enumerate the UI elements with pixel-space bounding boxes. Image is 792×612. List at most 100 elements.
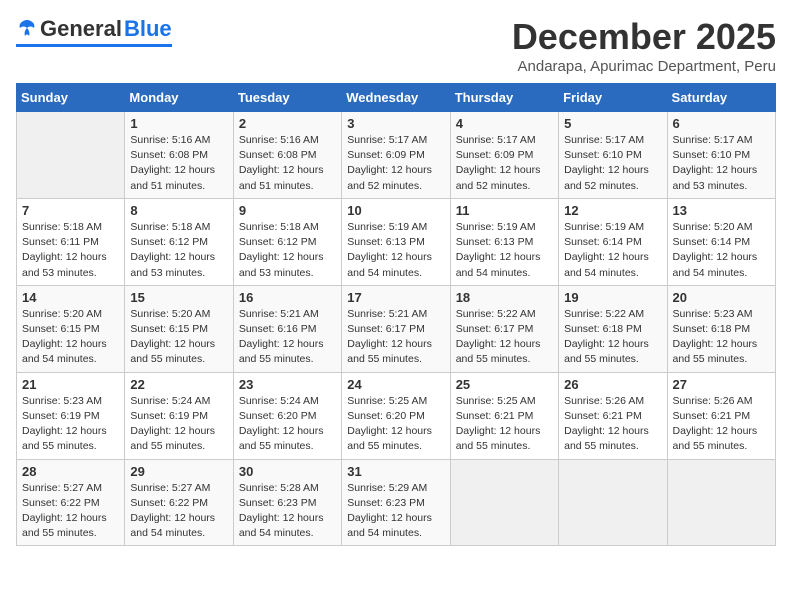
calendar-cell: 11Sunrise: 5:19 AMSunset: 6:13 PMDayligh… bbox=[450, 198, 558, 285]
day-number: 2 bbox=[239, 116, 336, 131]
day-number: 8 bbox=[130, 203, 227, 218]
logo: GeneralBlue bbox=[16, 16, 172, 47]
logo-blue: Blue bbox=[124, 16, 172, 42]
day-number: 4 bbox=[456, 116, 553, 131]
day-info: Sunrise: 5:25 AMSunset: 6:21 PMDaylight:… bbox=[456, 394, 553, 455]
month-year-title: December 2025 bbox=[512, 16, 776, 58]
day-info: Sunrise: 5:16 AMSunset: 6:08 PMDaylight:… bbox=[239, 133, 336, 194]
day-info: Sunrise: 5:20 AMSunset: 6:15 PMDaylight:… bbox=[22, 307, 119, 368]
calendar-table: SundayMondayTuesdayWednesdayThursdayFrid… bbox=[16, 83, 776, 546]
day-info: Sunrise: 5:18 AMSunset: 6:12 PMDaylight:… bbox=[130, 220, 227, 281]
calendar-cell: 19 Sunrise: 5:22 AMSunset: 6:18 PMDayligh… bbox=[559, 285, 667, 372]
day-info: Sunrise: 5:18 AMSunset: 6:11 PMDaylight:… bbox=[22, 220, 119, 281]
calendar-cell: 9Sunrise: 5:18 AMSunset: 6:12 PMDaylight… bbox=[233, 198, 341, 285]
day-info: Sunrise: 5:27 AMSunset: 6:22 PMDaylight:… bbox=[22, 481, 119, 542]
day-info: Sunrise: 5:17 AMSunset: 6:10 PMDaylight:… bbox=[564, 133, 661, 194]
calendar-cell: 25 Sunrise: 5:25 AMSunset: 6:21 PMDayligh… bbox=[450, 372, 558, 459]
day-number: 1 bbox=[130, 116, 227, 131]
calendar-cell: 5 Sunrise: 5:17 AMSunset: 6:10 PMDaylight… bbox=[559, 112, 667, 199]
calendar-cell: 27 Sunrise: 5:26 AMSunset: 6:21 PMDayligh… bbox=[667, 372, 775, 459]
day-info: Sunrise: 5:19 AMSunset: 6:13 PMDaylight:… bbox=[347, 220, 444, 281]
calendar-cell: 15 Sunrise: 5:20 AMSunset: 6:15 PMDayligh… bbox=[125, 285, 233, 372]
day-number: 27 bbox=[673, 377, 770, 392]
calendar-cell bbox=[559, 459, 667, 546]
calendar-cell bbox=[667, 459, 775, 546]
day-info: Sunrise: 5:24 AMSunset: 6:20 PMDaylight:… bbox=[239, 394, 336, 455]
calendar-cell: 12Sunrise: 5:19 AMSunset: 6:14 PMDayligh… bbox=[559, 198, 667, 285]
calendar-cell: 29 Sunrise: 5:27 AMSunset: 6:22 PMDayligh… bbox=[125, 459, 233, 546]
weekday-header-cell: Tuesday bbox=[233, 84, 341, 112]
page-header: GeneralBlue December 2025 Andarapa, Apur… bbox=[16, 16, 776, 75]
day-number: 3 bbox=[347, 116, 444, 131]
day-info: Sunrise: 5:24 AMSunset: 6:19 PMDaylight:… bbox=[130, 394, 227, 455]
day-info: Sunrise: 5:27 AMSunset: 6:22 PMDaylight:… bbox=[130, 481, 227, 542]
calendar-cell: 16Sunrise: 5:21 AMSunset: 6:16 PMDayligh… bbox=[233, 285, 341, 372]
day-info: Sunrise: 5:25 AMSunset: 6:20 PMDaylight:… bbox=[347, 394, 444, 455]
weekday-header-cell: Saturday bbox=[667, 84, 775, 112]
logo-bird-icon bbox=[16, 18, 38, 40]
day-info: Sunrise: 5:16 AMSunset: 6:08 PMDaylight:… bbox=[130, 133, 227, 194]
calendar-cell: 6 Sunrise: 5:17 AMSunset: 6:10 PMDaylight… bbox=[667, 112, 775, 199]
calendar-cell: 8 Sunrise: 5:18 AMSunset: 6:12 PMDaylight… bbox=[125, 198, 233, 285]
day-info: Sunrise: 5:21 AMSunset: 6:16 PMDaylight:… bbox=[239, 307, 336, 368]
calendar-cell: 24 Sunrise: 5:25 AMSunset: 6:20 PMDayligh… bbox=[342, 372, 450, 459]
calendar-cell: 2 Sunrise: 5:16 AMSunset: 6:08 PMDaylight… bbox=[233, 112, 341, 199]
day-info: Sunrise: 5:17 AMSunset: 6:10 PMDaylight:… bbox=[673, 133, 770, 194]
day-number: 6 bbox=[673, 116, 770, 131]
calendar-cell: 26Sunrise: 5:26 AMSunset: 6:21 PMDayligh… bbox=[559, 372, 667, 459]
calendar-cell: 20 Sunrise: 5:23 AMSunset: 6:18 PMDayligh… bbox=[667, 285, 775, 372]
calendar-cell: 4 Sunrise: 5:17 AMSunset: 6:09 PMDaylight… bbox=[450, 112, 558, 199]
day-number: 5 bbox=[564, 116, 661, 131]
day-number: 19 bbox=[564, 290, 661, 305]
calendar-cell: 31Sunrise: 5:29 AMSunset: 6:23 PMDayligh… bbox=[342, 459, 450, 546]
calendar-cell: 1 Sunrise: 5:16 AMSunset: 6:08 PMDaylight… bbox=[125, 112, 233, 199]
day-number: 10 bbox=[347, 203, 444, 218]
calendar-cell: 10 Sunrise: 5:19 AMSunset: 6:13 PMDayligh… bbox=[342, 198, 450, 285]
day-number: 15 bbox=[130, 290, 227, 305]
day-number: 13 bbox=[673, 203, 770, 218]
calendar-cell: 23 Sunrise: 5:24 AMSunset: 6:20 PMDayligh… bbox=[233, 372, 341, 459]
day-number: 31 bbox=[347, 464, 444, 479]
day-number: 28 bbox=[22, 464, 119, 479]
day-info: Sunrise: 5:28 AMSunset: 6:23 PMDaylight:… bbox=[239, 481, 336, 542]
weekday-header-cell: Sunday bbox=[17, 84, 125, 112]
day-info: Sunrise: 5:17 AMSunset: 6:09 PMDaylight:… bbox=[456, 133, 553, 194]
location-subtitle: Andarapa, Apurimac Department, Peru bbox=[512, 58, 776, 75]
calendar-cell bbox=[450, 459, 558, 546]
weekday-header-cell: Friday bbox=[559, 84, 667, 112]
day-number: 7 bbox=[22, 203, 119, 218]
calendar-week-row: 7 Sunrise: 5:18 AMSunset: 6:11 PMDaylight… bbox=[17, 198, 776, 285]
day-number: 24 bbox=[347, 377, 444, 392]
calendar-week-row: 14Sunrise: 5:20 AMSunset: 6:15 PMDayligh… bbox=[17, 285, 776, 372]
day-info: Sunrise: 5:20 AMSunset: 6:14 PMDaylight:… bbox=[673, 220, 770, 281]
day-number: 25 bbox=[456, 377, 553, 392]
day-number: 30 bbox=[239, 464, 336, 479]
calendar-week-row: 28 Sunrise: 5:27 AMSunset: 6:22 PMDayligh… bbox=[17, 459, 776, 546]
logo-general: General bbox=[40, 16, 122, 42]
calendar-week-row: 1 Sunrise: 5:16 AMSunset: 6:08 PMDaylight… bbox=[17, 112, 776, 199]
day-number: 29 bbox=[130, 464, 227, 479]
day-info: Sunrise: 5:26 AMSunset: 6:21 PMDaylight:… bbox=[673, 394, 770, 455]
calendar-cell: 3 Sunrise: 5:17 AMSunset: 6:09 PMDaylight… bbox=[342, 112, 450, 199]
weekday-header-cell: Wednesday bbox=[342, 84, 450, 112]
calendar-cell: 14Sunrise: 5:20 AMSunset: 6:15 PMDayligh… bbox=[17, 285, 125, 372]
day-number: 23 bbox=[239, 377, 336, 392]
calendar-cell bbox=[17, 112, 125, 199]
day-info: Sunrise: 5:23 AMSunset: 6:18 PMDaylight:… bbox=[673, 307, 770, 368]
day-info: Sunrise: 5:20 AMSunset: 6:15 PMDaylight:… bbox=[130, 307, 227, 368]
day-number: 17 bbox=[347, 290, 444, 305]
day-number: 26 bbox=[564, 377, 661, 392]
day-info: Sunrise: 5:23 AMSunset: 6:19 PMDaylight:… bbox=[22, 394, 119, 455]
day-info: Sunrise: 5:19 AMSunset: 6:13 PMDaylight:… bbox=[456, 220, 553, 281]
day-info: Sunrise: 5:18 AMSunset: 6:12 PMDaylight:… bbox=[239, 220, 336, 281]
day-info: Sunrise: 5:22 AMSunset: 6:18 PMDaylight:… bbox=[564, 307, 661, 368]
calendar-cell: 7 Sunrise: 5:18 AMSunset: 6:11 PMDaylight… bbox=[17, 198, 125, 285]
calendar-cell: 18 Sunrise: 5:22 AMSunset: 6:17 PMDayligh… bbox=[450, 285, 558, 372]
day-info: Sunrise: 5:22 AMSunset: 6:17 PMDaylight:… bbox=[456, 307, 553, 368]
calendar-cell: 28 Sunrise: 5:27 AMSunset: 6:22 PMDayligh… bbox=[17, 459, 125, 546]
day-number: 20 bbox=[673, 290, 770, 305]
day-number: 18 bbox=[456, 290, 553, 305]
day-info: Sunrise: 5:17 AMSunset: 6:09 PMDaylight:… bbox=[347, 133, 444, 194]
weekday-header-cell: Monday bbox=[125, 84, 233, 112]
day-number: 22 bbox=[130, 377, 227, 392]
